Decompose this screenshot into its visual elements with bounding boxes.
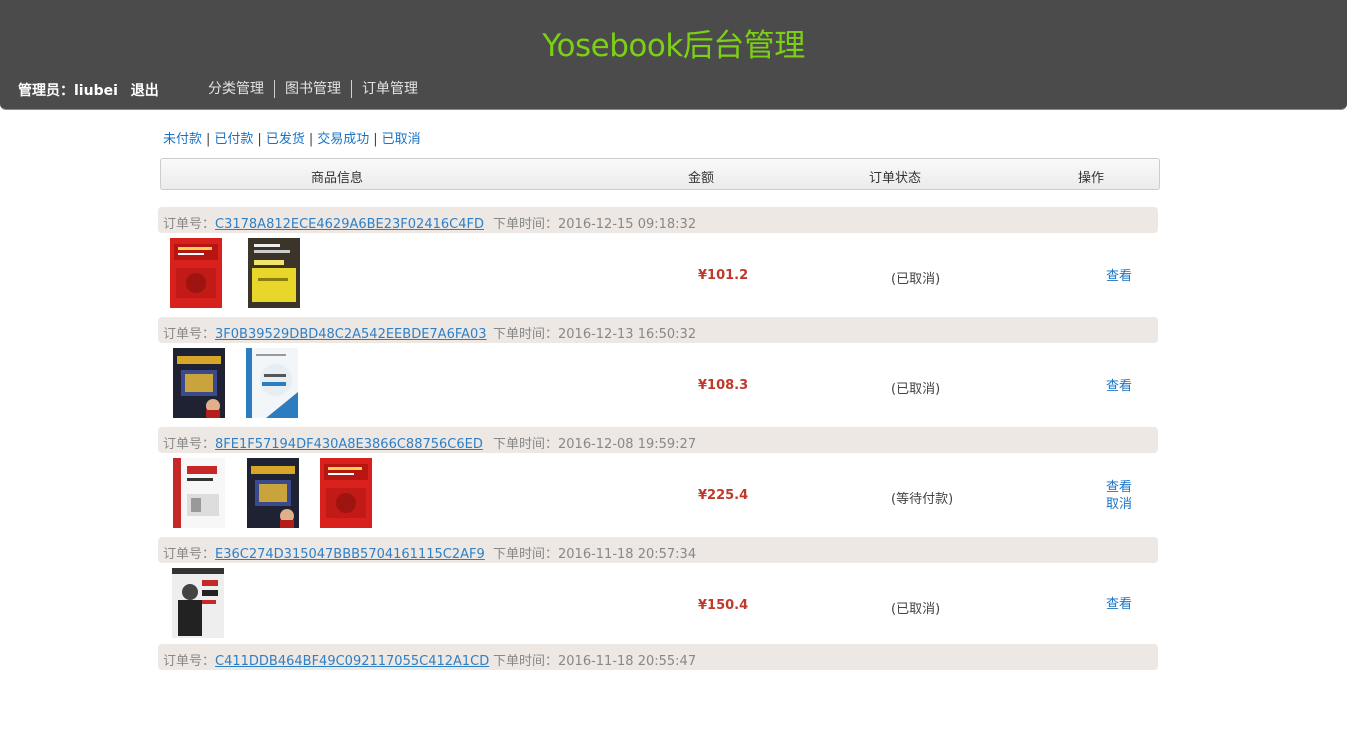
order-status: (等待付款) xyxy=(891,492,954,507)
red-java-book-cover[interactable] xyxy=(320,458,372,528)
header-actions: 操作 xyxy=(1078,171,1105,186)
view-order-link[interactable]: 查看 xyxy=(1106,268,1132,285)
nav-order-management[interactable]: 订单管理 xyxy=(351,80,428,98)
red-java-book-cover[interactable] xyxy=(170,238,222,308)
view-order-link[interactable]: 查看 xyxy=(1106,596,1132,613)
order-id-link[interactable]: E36C274D315047BBB5704161115C2AF9 xyxy=(215,547,485,562)
nav-category-management[interactable]: 分类管理 xyxy=(198,80,274,98)
order-header: 订单号：8FE1F57194DF430A8E3866C88756C6ED 下单时… xyxy=(158,427,1158,453)
view-order-link[interactable]: 查看 xyxy=(1106,479,1132,496)
admin-name: 管理员：liubei xyxy=(18,83,118,99)
crazy-java-book-cover[interactable] xyxy=(172,568,224,638)
order-actions: 查看 xyxy=(1106,378,1132,395)
java-beginner-book-cover[interactable] xyxy=(173,458,225,528)
order-status: (已取消) xyxy=(891,602,941,617)
order-amount: ¥225.4 xyxy=(698,488,749,503)
order-actions: 查看 取消 xyxy=(1106,479,1132,513)
order-row: 订单号：8FE1F57194DF430A8E3866C88756C6ED 下单时… xyxy=(158,427,1158,537)
order-time: 下单时间：2016-11-18 20:57:34 xyxy=(493,547,697,562)
logout-link[interactable]: 退出 xyxy=(131,83,159,99)
order-row: 订单号：C411DDB464BF49C092117055C412A1CD 下单时… xyxy=(158,644,1158,754)
order-amount: ¥108.3 xyxy=(698,378,749,393)
order-number: 订单号：E36C274D315047BBB5704161115C2AF9 xyxy=(163,547,485,562)
thinking-in-java-book-cover[interactable] xyxy=(173,348,225,418)
filter-shipped[interactable]: 已发货 xyxy=(266,132,305,147)
order-id-link[interactable]: 8FE1F57194DF430A8E3866C88756C6ED xyxy=(215,437,483,452)
order-number: 订单号：C411DDB464BF49C092117055C412A1CD xyxy=(163,654,490,669)
order-row: 订单号：E36C274D315047BBB5704161115C2AF9 下单时… xyxy=(158,537,1158,647)
filter-completed[interactable]: 交易成功 xyxy=(317,132,369,147)
order-amount: ¥150.4 xyxy=(698,598,749,613)
top-nav: 分类管理 图书管理 订单管理 xyxy=(198,80,428,98)
yellow-html-css-book-cover[interactable] xyxy=(248,238,300,308)
jquery-book-cover[interactable] xyxy=(246,348,298,418)
filter-paid[interactable]: 已付款 xyxy=(214,132,253,147)
order-id-link[interactable]: C3178A812ECE4629A6BE23F02416C4FD xyxy=(215,217,484,232)
table-header: 商品信息 金额 订单状态 操作 xyxy=(160,158,1160,190)
order-status: (已取消) xyxy=(891,382,941,397)
order-time: 下单时间：2016-12-13 16:50:32 xyxy=(493,327,697,342)
view-order-link[interactable]: 查看 xyxy=(1106,378,1132,395)
filter-unpaid[interactable]: 未付款 xyxy=(163,132,202,147)
order-header: 订单号：C411DDB464BF49C092117055C412A1CD 下单时… xyxy=(158,644,1158,670)
nav-book-management[interactable]: 图书管理 xyxy=(274,80,351,98)
order-number: 订单号：C3178A812ECE4629A6BE23F02416C4FD xyxy=(163,217,484,232)
filter-cancelled[interactable]: 已取消 xyxy=(382,132,421,147)
order-time: 下单时间：2016-12-08 19:59:27 xyxy=(493,437,697,452)
cancel-order-link[interactable]: 取消 xyxy=(1106,496,1132,513)
order-id-link[interactable]: 3F0B39529DBD48C2A542EEBDE7A6FA03 xyxy=(215,327,487,342)
order-row: 订单号：3F0B39529DBD48C2A542EEBDE7A6FA03 下单时… xyxy=(158,317,1158,427)
order-row: 订单号：C3178A812ECE4629A6BE23F02416C4FD 下单时… xyxy=(158,207,1158,317)
admin-info: 管理员：liubei 退出 xyxy=(18,80,159,100)
header-amount: 金额 xyxy=(688,171,715,186)
header-status: 订单状态 xyxy=(869,171,922,186)
order-header: 订单号：C3178A812ECE4629A6BE23F02416C4FD 下单时… xyxy=(158,207,1158,233)
order-id-link[interactable]: C411DDB464BF49C092117055C412A1CD xyxy=(215,654,489,669)
order-status-filters: 未付款 | 已付款 | 已发货 | 交易成功 | 已取消 xyxy=(163,132,421,147)
header-bar: Yosebook后台管理 管理员：liubei 退出 分类管理 图书管理 订单管… xyxy=(0,0,1347,110)
order-header: 订单号：E36C274D315047BBB5704161115C2AF9 下单时… xyxy=(158,537,1158,563)
order-time: 下单时间：2016-12-15 09:18:32 xyxy=(493,217,697,232)
order-amount: ¥101.2 xyxy=(698,268,749,283)
order-number: 订单号：3F0B39529DBD48C2A542EEBDE7A6FA03 xyxy=(163,327,487,342)
order-actions: 查看 xyxy=(1106,268,1132,285)
order-time: 下单时间：2016-11-18 20:55:47 xyxy=(493,654,697,669)
site-title: Yosebook后台管理 xyxy=(542,28,805,64)
thinking-in-java-book-cover[interactable] xyxy=(247,458,299,528)
order-actions: 查看 xyxy=(1106,596,1132,613)
header-product: 商品信息 xyxy=(311,171,364,186)
order-header: 订单号：3F0B39529DBD48C2A542EEBDE7A6FA03 下单时… xyxy=(158,317,1158,343)
order-number: 订单号：8FE1F57194DF430A8E3866C88756C6ED xyxy=(163,437,483,452)
order-status: (已取消) xyxy=(891,272,941,287)
